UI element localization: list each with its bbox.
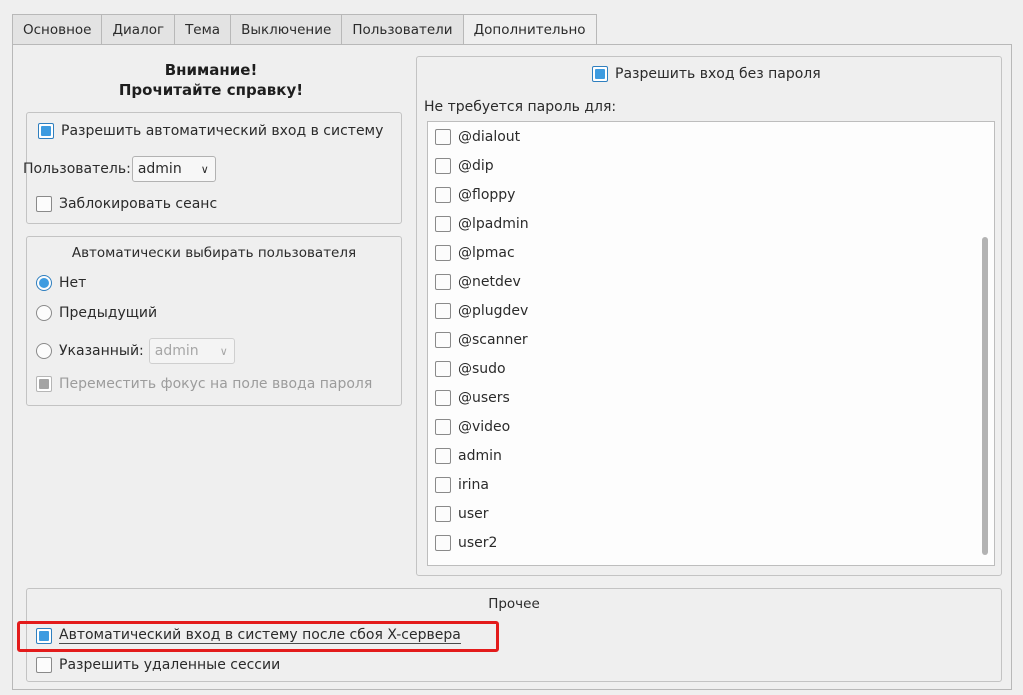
warning-text: Внимание! Прочитайте справку! bbox=[83, 60, 339, 100]
preselect-user-value: admin bbox=[154, 343, 199, 359]
preselect-user-title: Автоматически выбирать пользователя bbox=[71, 245, 357, 261]
list-item[interactable]: @sudo bbox=[435, 361, 506, 377]
checkbox-icon bbox=[435, 332, 451, 348]
list-item-label: @lpadmin bbox=[458, 216, 529, 232]
preselect-specified-radio[interactable]: Указанный: admin ∨ bbox=[36, 338, 235, 364]
highlight-frame bbox=[17, 621, 499, 652]
nopassword-user-list[interactable]: @dialout @dip @floppy @lpadmin @lpmac @n… bbox=[427, 121, 995, 566]
tab-general[interactable]: Основное bbox=[12, 14, 102, 45]
list-item-label: @dialout bbox=[458, 129, 521, 145]
nopassword-enable-label: Разрешить вход без пароля bbox=[615, 66, 821, 82]
autologin-user-combobox[interactable]: admin ∨ bbox=[131, 156, 216, 182]
checkbox-icon bbox=[435, 129, 451, 145]
autologin-user-row: Пользователь: admin ∨ bbox=[23, 156, 216, 182]
lock-session-checkbox[interactable]: Заблокировать сеанс bbox=[36, 196, 217, 212]
list-item-label: @lpmac bbox=[458, 245, 515, 261]
checkbox-icon bbox=[36, 657, 52, 673]
list-item[interactable]: @video bbox=[435, 419, 510, 435]
list-item-label: @netdev bbox=[458, 274, 521, 290]
misc-title: Прочее bbox=[488, 596, 540, 612]
list-item-label: @plugdev bbox=[458, 303, 529, 319]
preselect-user-group: Автоматически выбирать пользователя Нет … bbox=[26, 236, 402, 406]
autologin-group: Разрешить автоматический вход в систему … bbox=[23, 112, 402, 224]
list-item[interactable]: @netdev bbox=[435, 274, 521, 290]
checkbox-icon bbox=[435, 535, 451, 551]
nopassword-enable-checkbox[interactable]: Разрешить вход без пароля bbox=[592, 66, 821, 82]
list-item-label: admin bbox=[458, 448, 502, 464]
tab-shutdown[interactable]: Выключение bbox=[230, 14, 342, 45]
list-item-label: @dip bbox=[458, 158, 494, 174]
checkbox-icon bbox=[435, 158, 451, 174]
list-item-label: @scanner bbox=[458, 332, 528, 348]
list-item-label: user2 bbox=[458, 535, 498, 551]
warning-title: Внимание! bbox=[164, 61, 258, 79]
checkbox-icon bbox=[435, 245, 451, 261]
checkbox-icon bbox=[435, 187, 451, 203]
checkbox-icon bbox=[435, 274, 451, 290]
checkbox-icon bbox=[36, 196, 52, 212]
checkbox-checked-icon bbox=[592, 66, 608, 82]
lock-session-label: Заблокировать сеанс bbox=[59, 196, 218, 212]
list-item[interactable]: @dialout bbox=[435, 129, 520, 145]
list-item[interactable]: @lpmac bbox=[435, 245, 515, 261]
autologin-user-value: admin bbox=[137, 161, 182, 177]
chevron-down-icon: ∨ bbox=[200, 162, 209, 176]
list-item-label: @video bbox=[458, 419, 511, 435]
preselect-previous-label: Предыдущий bbox=[59, 305, 158, 321]
checkbox-icon bbox=[435, 390, 451, 406]
list-item[interactable]: admin bbox=[435, 448, 502, 464]
checkbox-icon bbox=[435, 303, 451, 319]
remote-sessions-checkbox[interactable]: Разрешить удаленные сессии bbox=[36, 657, 280, 673]
autologin-enable-label: Разрешить автоматический вход в систему bbox=[61, 123, 384, 139]
advanced-pane: Внимание! Прочитайте справку! Разрешить … bbox=[12, 44, 1012, 690]
checkbox-icon bbox=[435, 361, 451, 377]
tab-bar: Основное Диалог Тема Выключение Пользова… bbox=[12, 14, 597, 46]
tab-users[interactable]: Пользователи bbox=[341, 14, 463, 45]
list-item-label: irina bbox=[458, 477, 489, 493]
radio-icon bbox=[36, 343, 52, 359]
focus-password-checkbox: Переместить фокус на поле ввода пароля bbox=[36, 376, 372, 392]
checkbox-icon bbox=[435, 506, 451, 522]
tab-theme[interactable]: Тема bbox=[174, 14, 231, 45]
checkbox-checked-icon bbox=[36, 376, 52, 392]
nopassword-list-caption: Не требуется пароль для: bbox=[424, 99, 617, 115]
preselect-specified-label: Указанный: bbox=[59, 343, 144, 359]
list-item[interactable]: user bbox=[435, 506, 489, 522]
focus-password-label: Переместить фокус на поле ввода пароля bbox=[59, 376, 373, 392]
list-item[interactable]: user2 bbox=[435, 535, 497, 551]
warning-subtitle: Прочитайте справку! bbox=[118, 81, 304, 99]
checkbox-icon bbox=[435, 216, 451, 232]
preselect-user-combobox: admin ∨ bbox=[148, 338, 235, 364]
checkbox-icon bbox=[435, 448, 451, 464]
radio-icon bbox=[36, 305, 52, 321]
list-scrollbar[interactable] bbox=[982, 237, 988, 555]
radio-checked-icon bbox=[36, 275, 52, 291]
tab-advanced[interactable]: Дополнительно bbox=[462, 14, 597, 46]
list-item-label: @sudo bbox=[458, 361, 506, 377]
autologin-enable-checkbox[interactable]: Разрешить автоматический вход в систему bbox=[38, 123, 383, 139]
nopassword-group: Разрешить вход без пароля Не требуется п… bbox=[416, 56, 1002, 576]
list-item[interactable]: @dip bbox=[435, 158, 494, 174]
list-item[interactable]: irina bbox=[435, 477, 489, 493]
list-item-label: user bbox=[458, 506, 489, 522]
remote-sessions-label: Разрешить удаленные сессии bbox=[59, 657, 281, 673]
list-item[interactable]: @users bbox=[435, 390, 510, 406]
list-item[interactable]: @lpadmin bbox=[435, 216, 529, 232]
chevron-down-icon: ∨ bbox=[219, 344, 228, 358]
checkbox-icon bbox=[435, 477, 451, 493]
checkbox-checked-icon bbox=[38, 123, 54, 139]
preselect-none-label: Нет bbox=[59, 275, 87, 291]
checkbox-icon bbox=[435, 419, 451, 435]
autologin-user-label: Пользователь: bbox=[23, 161, 131, 177]
list-item[interactable]: @scanner bbox=[435, 332, 528, 348]
list-item-label: @users bbox=[458, 390, 510, 406]
list-item-label: @floppy bbox=[458, 187, 516, 203]
preselect-none-radio[interactable]: Нет bbox=[36, 275, 86, 291]
list-item[interactable]: @plugdev bbox=[435, 303, 528, 319]
preselect-previous-radio[interactable]: Предыдущий bbox=[36, 305, 157, 321]
tab-dialog[interactable]: Диалог bbox=[101, 14, 175, 45]
list-item[interactable]: @floppy bbox=[435, 187, 515, 203]
